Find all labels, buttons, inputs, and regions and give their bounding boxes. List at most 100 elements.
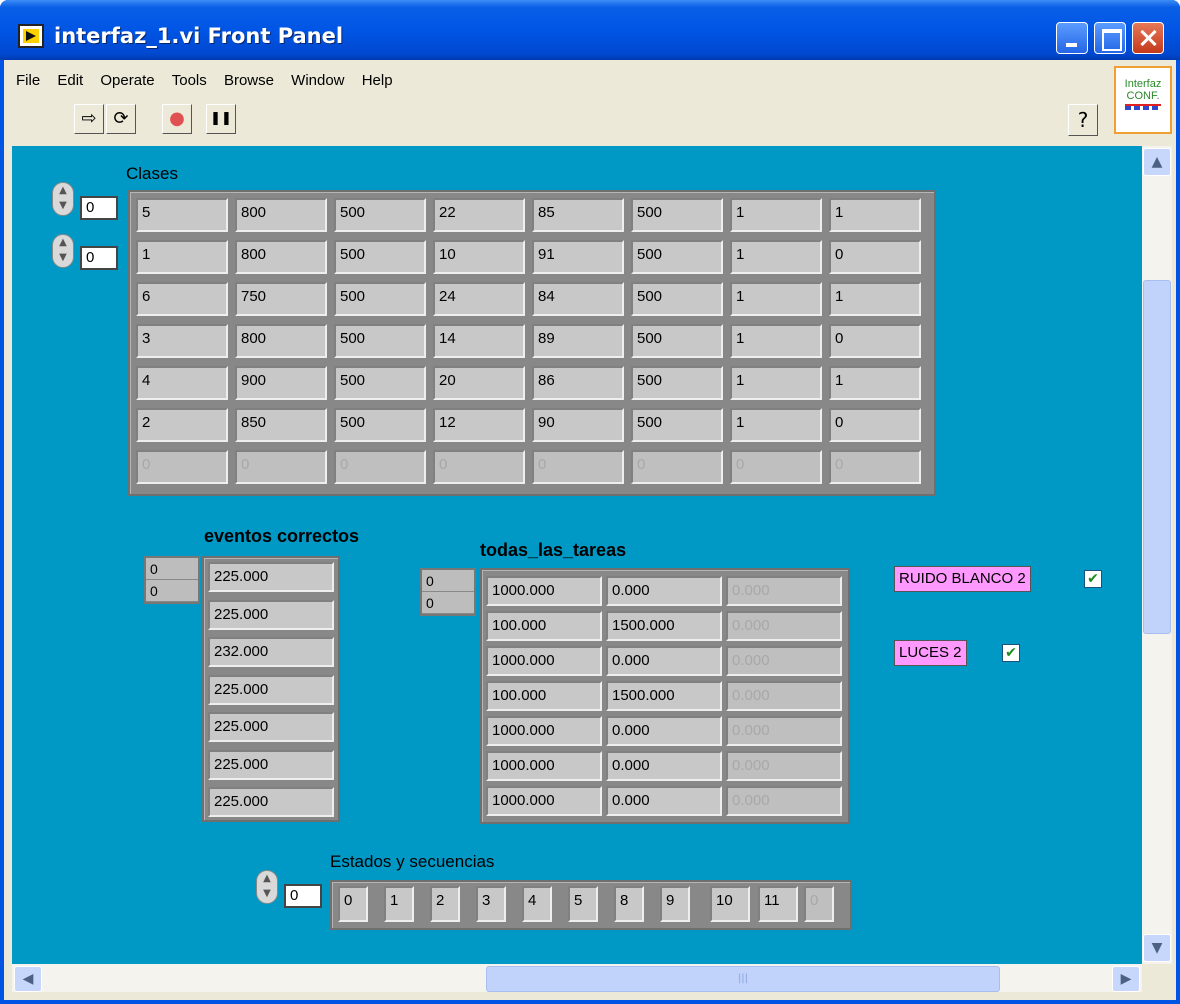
vertical-scrollbar[interactable]: ▲ ▼ xyxy=(1142,146,1172,964)
menu-operate[interactable]: Operate xyxy=(100,72,154,89)
clases-cell[interactable]: 0 xyxy=(136,450,228,484)
tareas-cell[interactable]: 0.000 xyxy=(726,576,842,606)
tareas-cell[interactable]: 1000.000 xyxy=(486,716,602,746)
estados-cell[interactable]: 0 xyxy=(338,886,368,922)
clases-cell[interactable]: 24 xyxy=(433,282,525,316)
clases-cell[interactable]: 0 xyxy=(829,240,921,274)
clases-cell[interactable]: 0 xyxy=(631,450,723,484)
clases-cell[interactable]: 10 xyxy=(433,240,525,274)
clases-cell[interactable]: 22 xyxy=(433,198,525,232)
clases-cell[interactable]: 3 xyxy=(136,324,228,358)
clases-cell[interactable]: 1 xyxy=(829,198,921,232)
tareas-cell[interactable]: 1000.000 xyxy=(486,786,602,816)
estados-cell[interactable]: 8 xyxy=(614,886,644,922)
clases-cell[interactable]: 500 xyxy=(334,408,426,442)
clases-cell[interactable]: 1 xyxy=(730,240,822,274)
clases-cell[interactable]: 90 xyxy=(532,408,624,442)
tareas-index-b[interactable]: 0 xyxy=(422,592,474,614)
run-arrow-icon[interactable]: ⇨ xyxy=(74,104,104,134)
clases-cell[interactable]: 1 xyxy=(730,324,822,358)
estados-index[interactable]: 0 xyxy=(284,884,322,908)
eventos-index-spinner[interactable]: 0 0 xyxy=(144,556,200,604)
horizontal-scrollbar[interactable]: ◀ ||| ▶ xyxy=(12,964,1142,992)
eventos-cell[interactable]: 225.000 xyxy=(208,712,334,742)
clases-cell[interactable]: 0 xyxy=(532,450,624,484)
luces-2-checkbox[interactable]: ✔ xyxy=(1002,644,1020,662)
clases-cell[interactable]: 0 xyxy=(433,450,525,484)
eventos-index-a[interactable]: 0 xyxy=(146,558,198,580)
clases-cell[interactable]: 500 xyxy=(631,366,723,400)
clases-cell[interactable]: 86 xyxy=(532,366,624,400)
close-button[interactable] xyxy=(1132,22,1164,54)
clases-cell[interactable]: 20 xyxy=(433,366,525,400)
eventos-cell[interactable]: 225.000 xyxy=(208,599,334,630)
tareas-cell[interactable]: 100.000 xyxy=(486,681,602,711)
clases-cell[interactable]: 800 xyxy=(235,198,327,232)
vertical-scroll-thumb[interactable] xyxy=(1143,280,1171,634)
tareas-cell[interactable]: 0.000 xyxy=(606,646,722,676)
clases-cell[interactable]: 0 xyxy=(829,324,921,358)
eventos-cell[interactable]: 225.000 xyxy=(208,787,334,817)
maximize-button[interactable] xyxy=(1094,22,1126,54)
clases-cell[interactable]: 1 xyxy=(136,240,228,274)
eventos-cell[interactable]: 225.000 xyxy=(208,749,334,780)
tareas-cell[interactable]: 0.000 xyxy=(726,751,842,781)
tareas-cell[interactable]: 1000.000 xyxy=(486,751,602,781)
clases-cell[interactable]: 4 xyxy=(136,366,228,400)
menu-file[interactable]: File xyxy=(16,72,40,89)
clases-cell[interactable]: 500 xyxy=(631,324,723,358)
estados-cell[interactable]: 3 xyxy=(476,886,506,922)
clases-cell[interactable]: 85 xyxy=(532,198,624,232)
tareas-cell[interactable]: 0.000 xyxy=(726,716,842,746)
clases-cell[interactable]: 500 xyxy=(631,240,723,274)
clases-cell[interactable]: 91 xyxy=(532,240,624,274)
menu-help[interactable]: Help xyxy=(362,72,393,89)
clases-cell[interactable]: 14 xyxy=(433,324,525,358)
menu-edit[interactable]: Edit xyxy=(57,72,83,89)
clases-cell[interactable]: 1 xyxy=(730,408,822,442)
clases-cell[interactable]: 500 xyxy=(631,408,723,442)
estados-cell[interactable]: 2 xyxy=(430,886,460,922)
title-bar[interactable]: interfaz_1.vi Front Panel xyxy=(0,0,1180,60)
clases-cell[interactable]: 1 xyxy=(730,198,822,232)
clases-cell[interactable]: 850 xyxy=(235,408,327,442)
clases-cell[interactable]: 1 xyxy=(730,366,822,400)
clases-cell[interactable]: 800 xyxy=(235,240,327,274)
tareas-cell[interactable]: 1000.000 xyxy=(486,576,602,606)
clases-cell[interactable]: 500 xyxy=(334,240,426,274)
tareas-cell[interactable]: 1500.000 xyxy=(606,611,722,641)
clases-cell[interactable]: 900 xyxy=(235,366,327,400)
eventos-cell[interactable]: 225.000 xyxy=(208,674,334,705)
menu-browse[interactable]: Browse xyxy=(224,72,274,89)
menu-tools[interactable]: Tools xyxy=(172,72,207,89)
clases-col-index-spinner[interactable]: ▲ ▼ xyxy=(52,234,74,268)
estados-cell[interactable]: 9 xyxy=(660,886,690,922)
ruido-blanco-2-checkbox[interactable]: ✔ xyxy=(1084,570,1102,588)
clases-row-index-spinner[interactable]: ▲ ▼ xyxy=(52,182,74,216)
eventos-index-b[interactable]: 0 xyxy=(146,580,198,602)
menu-window[interactable]: Window xyxy=(291,72,344,89)
clases-cell[interactable]: 500 xyxy=(631,282,723,316)
clases-cell[interactable]: 5 xyxy=(136,198,228,232)
clases-cell[interactable]: 0 xyxy=(829,450,921,484)
tareas-cell[interactable]: 0.000 xyxy=(726,786,842,816)
estados-cell[interactable]: 1 xyxy=(384,886,414,922)
clases-col-index[interactable]: 0 xyxy=(80,246,118,270)
estados-cell[interactable]: 0 xyxy=(804,886,834,922)
estados-cell[interactable]: 11 xyxy=(758,886,798,922)
estados-cell[interactable]: 10 xyxy=(710,886,750,922)
tareas-cell[interactable]: 0.000 xyxy=(606,716,722,746)
clases-cell[interactable]: 1 xyxy=(829,366,921,400)
clases-cell[interactable]: 500 xyxy=(631,198,723,232)
clases-cell[interactable]: 1 xyxy=(730,282,822,316)
tareas-index-spinner[interactable]: 0 0 xyxy=(420,568,476,616)
clases-cell[interactable]: 800 xyxy=(235,324,327,358)
pause-icon[interactable]: ❚❚ xyxy=(206,104,236,134)
tareas-cell[interactable]: 0.000 xyxy=(726,646,842,676)
clases-cell[interactable]: 1 xyxy=(829,282,921,316)
tareas-cell[interactable]: 0.000 xyxy=(606,786,722,816)
clases-cell[interactable]: 12 xyxy=(433,408,525,442)
clases-cell[interactable]: 6 xyxy=(136,282,228,316)
context-help-icon[interactable]: ? xyxy=(1068,104,1098,136)
clases-cell[interactable]: 500 xyxy=(334,282,426,316)
